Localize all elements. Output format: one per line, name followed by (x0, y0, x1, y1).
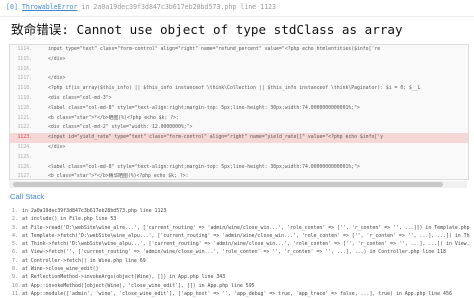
stack-frame: 9. at ReflectionMethod->invokeArgs(object… (12, 273, 470, 281)
code-line: 1119. <div class="col-md-3"> (10, 94, 468, 104)
code-line: 1122. <div class="col-md-2" style="width… (10, 123, 468, 133)
code-line: 1124. </div> (10, 143, 468, 153)
stack-frame: 5. at Think->fetch('D:\webSite\wine_alpu.… (12, 240, 470, 248)
code-line: 1126. <label class="col-md-8" style="tex… (10, 163, 468, 173)
frame-text: at App::invokeMethod([object(Wine), 'clo… (22, 282, 255, 289)
line-number: 1120. (17, 105, 32, 111)
frame-number: 8. (12, 266, 18, 273)
call-stack-list: 1. in 2a0a19dec39f3d847c3b617eb28bd573.ph… (12, 207, 470, 298)
line-number: 1117. (17, 76, 32, 82)
frame-text: at Wine->close_wine_edit() (22, 266, 99, 273)
frame-number: 6. (12, 249, 18, 256)
frame-text: at File->read('D:\webSite\wine_alre...',… (22, 224, 470, 231)
line-number: 1115. (17, 56, 32, 62)
line-number: 1119. (17, 95, 32, 101)
frame-text: at ReflectionMethod->invokeArgs(object(W… (22, 274, 226, 281)
code-line: 1117. </div> (10, 74, 468, 84)
frame-number: 3. (12, 224, 18, 231)
code-text: <b class="star">*</b>晒图(%)<?php echo $k;… (48, 115, 179, 121)
frame-number: 4. (12, 232, 18, 239)
code-text: <b class="star">*</b>精华晒图(%)<?php echo $… (48, 174, 189, 180)
stack-frame: 11.at App::module(['admin', 'wine', 'clo… (12, 290, 470, 298)
scrollbar-thumb[interactable] (13, 182, 443, 187)
exception-number: [0] (6, 3, 18, 11)
code-line: 1125. (10, 153, 468, 163)
frame-number: 11. (12, 290, 21, 297)
code-text: <label class="col-md-8" style="text-alig… (48, 164, 360, 170)
source-code-panel: 1114. input type="text" class="form-contr… (9, 44, 469, 180)
code-line: 1114. input type="text" class="form-contr… (10, 45, 468, 55)
line-number: 1126. (17, 164, 32, 170)
stack-frame: 6. at View->fetch('', ['current_routing' … (12, 248, 470, 256)
code-line: 1116. (10, 65, 468, 75)
frame-text: at App::module(['admin', 'wine', 'close_… (22, 290, 452, 297)
exception-class-link[interactable]: ThrowableError (22, 3, 78, 11)
line-number: 1116. (17, 66, 32, 72)
frame-text: at Template->fetch('D:\webSite\wine_alpu… (22, 232, 470, 239)
stack-frame: 3. at File->read('D:\webSite\wine_alre...… (12, 224, 470, 232)
source-horizontal-scrollbar[interactable] (9, 181, 467, 188)
code-text: <div class="col-md-2" style="width: 12.0… (48, 125, 193, 131)
code-line: 1120. <label class="col-md-8" style="tex… (10, 104, 468, 114)
frame-number: 9. (12, 274, 18, 281)
code-text: <input id="yield_rate" type="text" class… (48, 135, 384, 141)
stack-frame: 7. at Controller->fetch() in Wine.php lin… (12, 257, 470, 265)
line-number: 1123. (17, 135, 32, 141)
code-line: 1115. </div> (10, 55, 468, 65)
stack-frame: 10.at App::invokeMethod([object(Wine), '… (12, 282, 470, 290)
code-line: 1118. <?php if(is_array($this_info) || $t… (10, 84, 468, 94)
frame-number: 5. (12, 241, 18, 248)
frame-text: in 2a0a19dec39f3d847c3b617eb28bd573.php … (22, 208, 167, 214)
exception-header: [0] ThrowableError in 2a0a19dec39f3d847c… (6, 3, 276, 11)
frame-text: at Think->fetch('D:\webSite\wine_alpu...… (22, 241, 470, 248)
code-text: <label class="col-md-8" style="text-alig… (48, 105, 360, 111)
code-text: input type="text" class="form-control" a… (48, 47, 381, 52)
line-number: 1124. (17, 144, 32, 150)
stack-frame: 1. in 2a0a19dec39f3d847c3b617eb28bd573.ph… (12, 207, 470, 215)
call-stack-title: Call Stack (10, 192, 45, 201)
frame-number: 1. (12, 208, 18, 214)
frame-text: at View->fetch('', ['current_routing' =>… (22, 249, 446, 256)
error-message-title: 致命错误: Cannot use object of type stdClass… (11, 22, 403, 37)
line-number: 1122. (17, 125, 32, 131)
frame-text: at include() in File.php line 53 (22, 216, 117, 223)
code-text: </div> (48, 144, 66, 150)
stack-frame: 8. at Wine->close_wine_edit() (12, 265, 470, 273)
code-text: </div> (48, 76, 66, 82)
exception-file-info: in 2a0a19dec39f3d847c3b617eb28bd573.php … (81, 3, 276, 11)
code-text: </div> (48, 56, 66, 62)
code-line: 1121. <b class="star">*</b>晒图(%)<?php ec… (10, 114, 468, 124)
exception-header-bar: [0] ThrowableError in 2a0a19dec39f3d847c… (0, 0, 474, 17)
code-line: 1127. <b class="star">*</b>精华晒图(%)<?php … (10, 172, 468, 180)
highlighted-code-line: 1123. <input id="yield_rate" type="text"… (10, 133, 468, 143)
code-text: <div class="col-md-3"> (48, 95, 112, 101)
frame-number: 7. (12, 257, 18, 264)
code-text: <?php if(is_array($this_info) || $this_i… (48, 86, 421, 92)
frame-text: at Controller->fetch() in Wine.php line … (22, 257, 146, 264)
stack-frame: 2. at include() in File.php line 53 (12, 215, 470, 223)
line-number: 1118. (17, 86, 32, 92)
line-number: 1125. (17, 154, 32, 160)
stack-frame: 4. at Template->fetch('D:\webSite\wine_al… (12, 232, 470, 240)
line-number: 1127. (17, 174, 32, 180)
frame-number: 10. (12, 282, 21, 289)
frame-number: 2. (12, 216, 18, 223)
line-number: 1121. (17, 115, 32, 121)
line-number: 1114. (17, 47, 32, 52)
